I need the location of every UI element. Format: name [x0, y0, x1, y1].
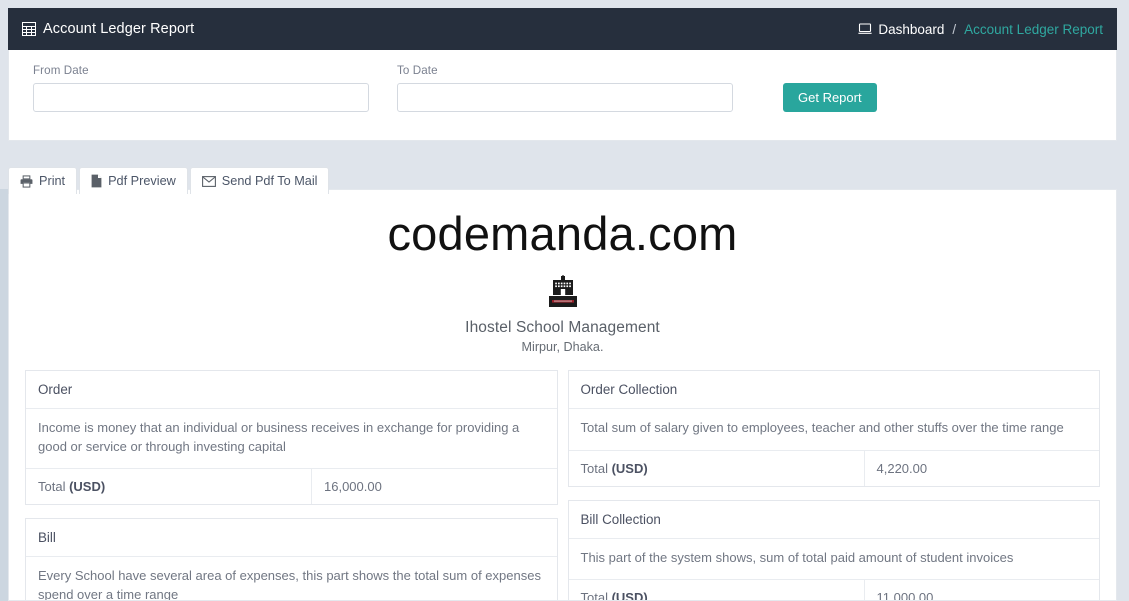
tab-send-pdf-to-mail-label: Send Pdf To Mail — [221, 174, 318, 188]
school-address: Mirpur, Dhaka. — [521, 340, 604, 354]
tab-print-label: Print — [39, 174, 66, 188]
card-total-row: Total (USD) 16,000.00 — [26, 469, 557, 505]
table-grid-icon — [22, 22, 36, 36]
page-title: Account Ledger Report — [22, 21, 194, 37]
school-name: Ihostel School Management — [465, 319, 660, 336]
tab-print[interactable]: Print — [8, 167, 78, 194]
monitor-icon — [858, 23, 872, 35]
tab-pdf-preview-label: Pdf Preview — [108, 174, 176, 188]
card-title: Order Collection — [568, 371, 1099, 409]
school-header: Ihostel School Management Mirpur, Dhaka. — [9, 275, 1116, 354]
card-total-currency: (USD) — [611, 590, 648, 601]
report-panel: codemanda.com Ihostel School Management … — [8, 189, 1117, 601]
card-description: This part of the system shows, sum of to… — [568, 539, 1099, 581]
school-building-icon — [9, 275, 1116, 311]
watermark: codemanda.com — [387, 207, 738, 260]
card-description: Income is money that an individual or bu… — [26, 409, 557, 470]
get-report-button[interactable]: Get Report — [783, 83, 877, 112]
breadcrumb-separator: / — [952, 21, 957, 37]
summary-cards-right: Order Collection Total sum of salary giv… — [567, 370, 1100, 601]
breadcrumb-dashboard-label: Dashboard — [878, 21, 945, 37]
breadcrumb: Dashboard / Account Ledger Report — [858, 22, 1103, 37]
card-total-value: 11,000.00 — [876, 590, 934, 601]
card-total-value: 4,220.00 — [876, 460, 928, 476]
card-order-collection: Order Collection Total sum of salary giv… — [567, 370, 1100, 487]
card-total-row: Total (USD) 4,220.00 — [569, 450, 1100, 486]
card-order: Order Income is money that an individual… — [25, 370, 558, 506]
filter-row: From Date To Date Get Report — [9, 50, 1116, 112]
from-date-group: From Date — [33, 64, 369, 112]
page-title-label: Account Ledger Report — [43, 21, 195, 37]
to-date-group: To Date — [397, 64, 733, 112]
to-date-label: To Date — [397, 64, 438, 77]
file-icon — [91, 174, 102, 188]
printer-icon — [20, 174, 33, 188]
summary-cards-left: Order Income is money that an individual… — [25, 370, 558, 600]
from-date-input[interactable] — [33, 83, 369, 112]
filter-panel: From Date To Date Get Report — [8, 50, 1117, 141]
card-title: Order — [26, 371, 557, 409]
from-date-label: From Date — [33, 64, 89, 77]
card-total-row: Total (USD) 11,000.00 — [569, 580, 1100, 601]
card-total-value: 16,000.00 — [324, 479, 382, 495]
card-total-label: Total (USD) — [26, 469, 312, 505]
summary-cards: Order Income is money that an individual… — [9, 354, 1116, 601]
envelope-icon — [201, 175, 216, 187]
card-total-label: Total (USD) — [569, 580, 865, 601]
card-total-currency: (USD) — [611, 460, 648, 476]
card-total-currency: (USD) — [69, 479, 106, 495]
card-total-label-text: Total — [580, 590, 608, 601]
left-gutter — [0, 189, 8, 601]
card-title: Bill Collection — [568, 501, 1099, 539]
tab-pdf-preview[interactable]: Pdf Preview — [79, 167, 188, 194]
card-description: Every School have several area of expens… — [26, 557, 557, 600]
to-date-input[interactable] — [397, 83, 733, 112]
card-bill-collection: Bill Collection This part of the system … — [567, 499, 1100, 601]
card-total-label: Total (USD) — [569, 450, 865, 486]
card-title: Bill — [26, 519, 557, 558]
breadcrumb-current: Account Ledger Report — [964, 21, 1103, 37]
tab-send-pdf-to-mail[interactable]: Send Pdf To Mail — [189, 167, 330, 194]
page-header: Account Ledger Report Dashboard / Accoun… — [8, 8, 1117, 50]
report-action-tabs: Print Pdf Preview Send Pdf To Mail — [8, 167, 331, 194]
card-total-label-text: Total — [580, 460, 608, 476]
card-description: Total sum of salary given to employees, … — [568, 409, 1099, 451]
card-total-label-text: Total — [38, 479, 66, 495]
breadcrumb-dashboard-link[interactable]: Dashboard — [858, 22, 944, 37]
card-bill: Bill Every School have several area of e… — [25, 518, 558, 600]
